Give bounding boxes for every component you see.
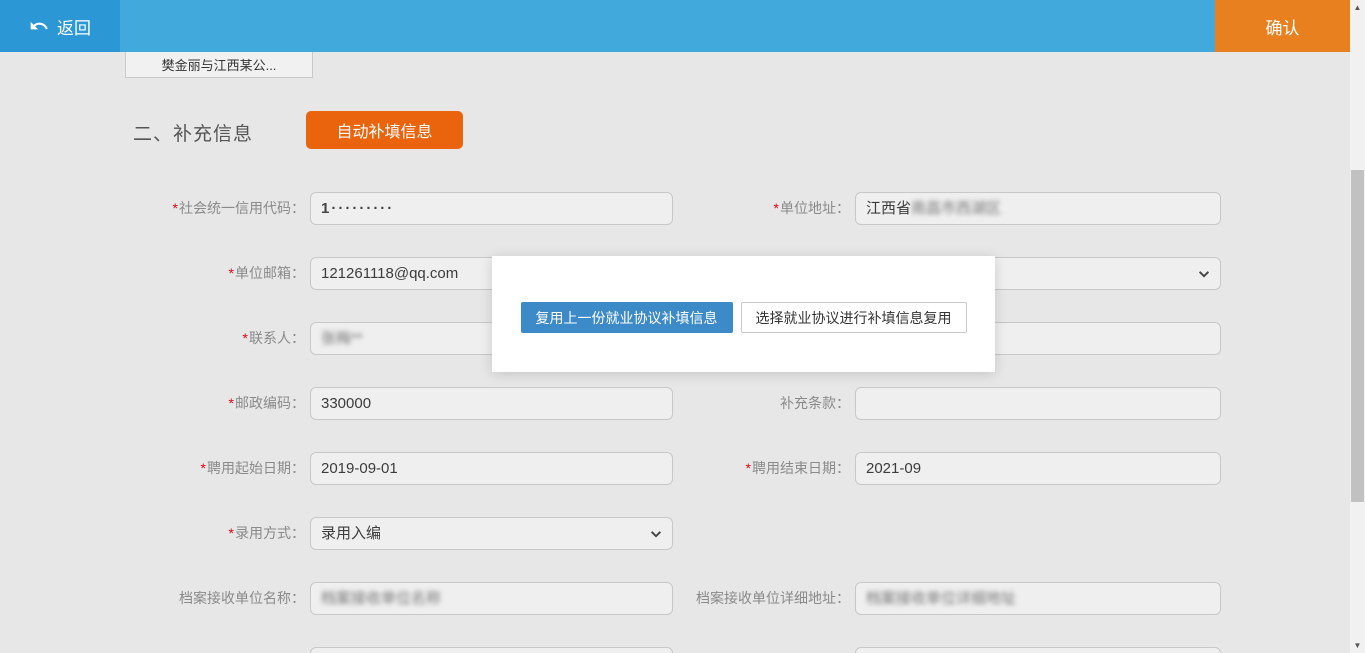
confirm-button[interactable]: 确认 <box>1215 0 1350 52</box>
form-row <box>0 647 1350 653</box>
undo-arrow-icon <box>29 16 49 36</box>
required-asterisk: * <box>774 200 779 216</box>
agreement-tab[interactable]: 樊金丽与江西某公... <box>125 52 313 78</box>
redacted-text: 张梅** <box>321 330 363 347</box>
form-row: *社会统一信用代码： 1········· *单位地址： 江西省南昌市西湖区 <box>0 192 1350 225</box>
field-label-postal-code: *邮政编码： <box>0 387 305 420</box>
required-asterisk: * <box>229 395 234 411</box>
field-label-archive-receiver-address: 档案接收单位详细地址： <box>550 582 850 615</box>
vertical-scrollbar[interactable]: ▲ ▼ <box>1350 0 1365 653</box>
recruitment-method-value: 录用入编 <box>321 525 381 542</box>
truncated-input[interactable] <box>855 647 1221 653</box>
redacted-text: 档案接收单位名称 <box>321 590 441 607</box>
company-email-value: 121261118@qq.com <box>321 265 458 282</box>
back-button-label: 返回 <box>57 14 91 39</box>
back-button[interactable]: 返回 <box>0 0 120 52</box>
page: 返回 确认 樊金丽与江西某公... 二、补充信息 自动补填信息 *社会统一信用代… <box>0 0 1365 653</box>
recruitment-method-select[interactable]: 录用入编 <box>310 517 673 550</box>
reuse-previous-agreement-button[interactable]: 复用上一份就业协议补填信息 <box>521 302 733 333</box>
field-label-employment-end-date: *聘用结束日期： <box>550 452 850 485</box>
field-label-credit-code: *社会统一信用代码： <box>0 192 305 225</box>
scroll-down-arrow-icon[interactable]: ▼ <box>1350 638 1365 653</box>
form-row: 档案接收单位名称： 档案接收单位名称 档案接收单位详细地址： 档案接收单位详细地… <box>0 582 1350 615</box>
company-address-input[interactable]: 江西省南昌市西湖区 <box>855 192 1221 225</box>
chevron-down-icon <box>649 527 663 541</box>
reuse-popup-buttons: 复用上一份就业协议补填信息 选择就业协议进行补填信息复用 <box>492 302 995 333</box>
form-row: *录用方式： 录用入编 <box>0 517 1350 550</box>
agreement-tab-label: 樊金丽与江西某公... <box>162 55 277 74</box>
required-asterisk: * <box>173 200 178 216</box>
section-title: 二、补充信息 <box>133 119 253 146</box>
field-label-supplementary-terms: 补充条款： <box>550 387 850 420</box>
autofill-button-label: 自动补填信息 <box>336 118 432 142</box>
company-address-value: 江西省 <box>866 200 911 217</box>
field-label-recruitment-method: *录用方式： <box>0 517 305 550</box>
field-label-archive-receiver-name: 档案接收单位名称： <box>0 582 305 615</box>
field-label-company-address: *单位地址： <box>550 192 850 225</box>
employment-end-date-input[interactable]: 2021-09 <box>855 452 1221 485</box>
postal-code-value: 330000 <box>321 395 371 412</box>
required-asterisk: * <box>746 460 751 476</box>
start-date-value: 2019-09-01 <box>321 460 398 477</box>
form-row: *聘用起始日期： 2019-09-01 *聘用结束日期： 2021-09 <box>0 452 1350 485</box>
redacted-text: 南昌市西湖区 <box>911 200 1001 217</box>
select-agreement-to-reuse-button[interactable]: 选择就业协议进行补填信息复用 <box>741 302 967 333</box>
scrollbar-thumb[interactable] <box>1351 170 1364 502</box>
truncated-input[interactable] <box>310 647 673 653</box>
reuse-popup: 复用上一份就业协议补填信息 选择就业协议进行补填信息复用 <box>492 256 995 372</box>
required-asterisk: * <box>201 460 206 476</box>
form-row: *邮政编码： 330000 补充条款： <box>0 387 1350 420</box>
redacted-text: 档案接收单位详细地址 <box>866 590 1016 607</box>
required-asterisk: * <box>229 265 234 281</box>
confirm-button-label: 确认 <box>1266 14 1300 39</box>
scroll-up-arrow-icon[interactable]: ▲ <box>1350 0 1365 15</box>
select-agreement-label: 选择就业协议进行补填信息复用 <box>756 308 952 328</box>
field-label-contact-person: *联系人： <box>0 322 305 355</box>
autofill-button[interactable]: 自动补填信息 <box>306 111 463 149</box>
end-date-value: 2021-09 <box>866 460 921 477</box>
chevron-down-icon <box>1197 267 1211 281</box>
credit-code-value: 1········· <box>321 200 394 217</box>
required-asterisk: * <box>243 330 248 346</box>
archive-receiver-address-input[interactable]: 档案接收单位详细地址 <box>855 582 1221 615</box>
top-bar: 返回 确认 <box>0 0 1350 52</box>
field-label-company-email: *单位邮箱： <box>0 257 305 290</box>
supplementary-terms-input[interactable] <box>855 387 1221 420</box>
required-asterisk: * <box>229 525 234 541</box>
reuse-previous-label: 复用上一份就业协议补填信息 <box>536 308 718 328</box>
field-label-employment-start-date: *聘用起始日期： <box>0 452 305 485</box>
